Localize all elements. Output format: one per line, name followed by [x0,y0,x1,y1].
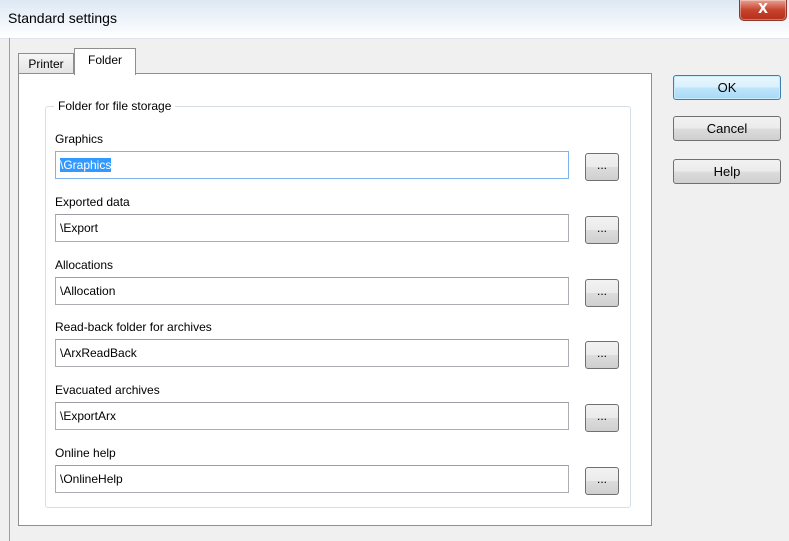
graphics-path-value: \Graphics [60,158,112,172]
close-button[interactable]: X [739,0,787,21]
evacuated-archives-path-field[interactable]: \ExportArx [55,402,569,430]
graphics-browse-button[interactable]: ... [585,153,619,181]
exported-data-browse-button[interactable]: ... [585,216,619,244]
online-help-path-field[interactable]: \OnlineHelp [55,465,569,493]
allocations-browse-button[interactable]: ... [585,279,619,307]
tab-printer[interactable]: Printer [18,53,74,74]
exported-data-path-field[interactable]: \Export [55,214,569,242]
cancel-button[interactable]: Cancel [673,116,781,141]
evacuated-archives-label: Evacuated archives [55,383,160,397]
online-help-browse-button[interactable]: ... [585,467,619,495]
graphics-label: Graphics [55,132,104,146]
allocations-label: Allocations [55,258,114,272]
tab-folder[interactable]: Folder [74,48,136,75]
title-bar: Standard settings X [0,0,789,39]
window-title: Standard settings [8,10,117,26]
standard-settings-dialog: Standard settings X Printer Folder Folde… [0,0,789,541]
readback-folder-label: Read-back folder for archives [55,320,212,334]
allocations-path-field[interactable]: \Allocation [55,277,569,305]
folder-tab-panel: Folder for file storage Graphics \Graphi… [18,73,652,526]
close-icon: X [757,2,769,17]
group-legend: Folder for file storage [54,99,176,113]
ok-button[interactable]: OK [673,75,781,100]
readback-folder-path-field[interactable]: \ArxReadBack [55,339,569,367]
evacuated-archives-browse-button[interactable]: ... [585,404,619,432]
help-button[interactable]: Help [673,159,781,184]
readback-folder-browse-button[interactable]: ... [585,341,619,369]
window-left-edge [9,38,10,541]
online-help-label: Online help [55,446,116,460]
graphics-path-field[interactable]: \Graphics [55,151,569,179]
exported-data-label: Exported data [55,195,130,209]
